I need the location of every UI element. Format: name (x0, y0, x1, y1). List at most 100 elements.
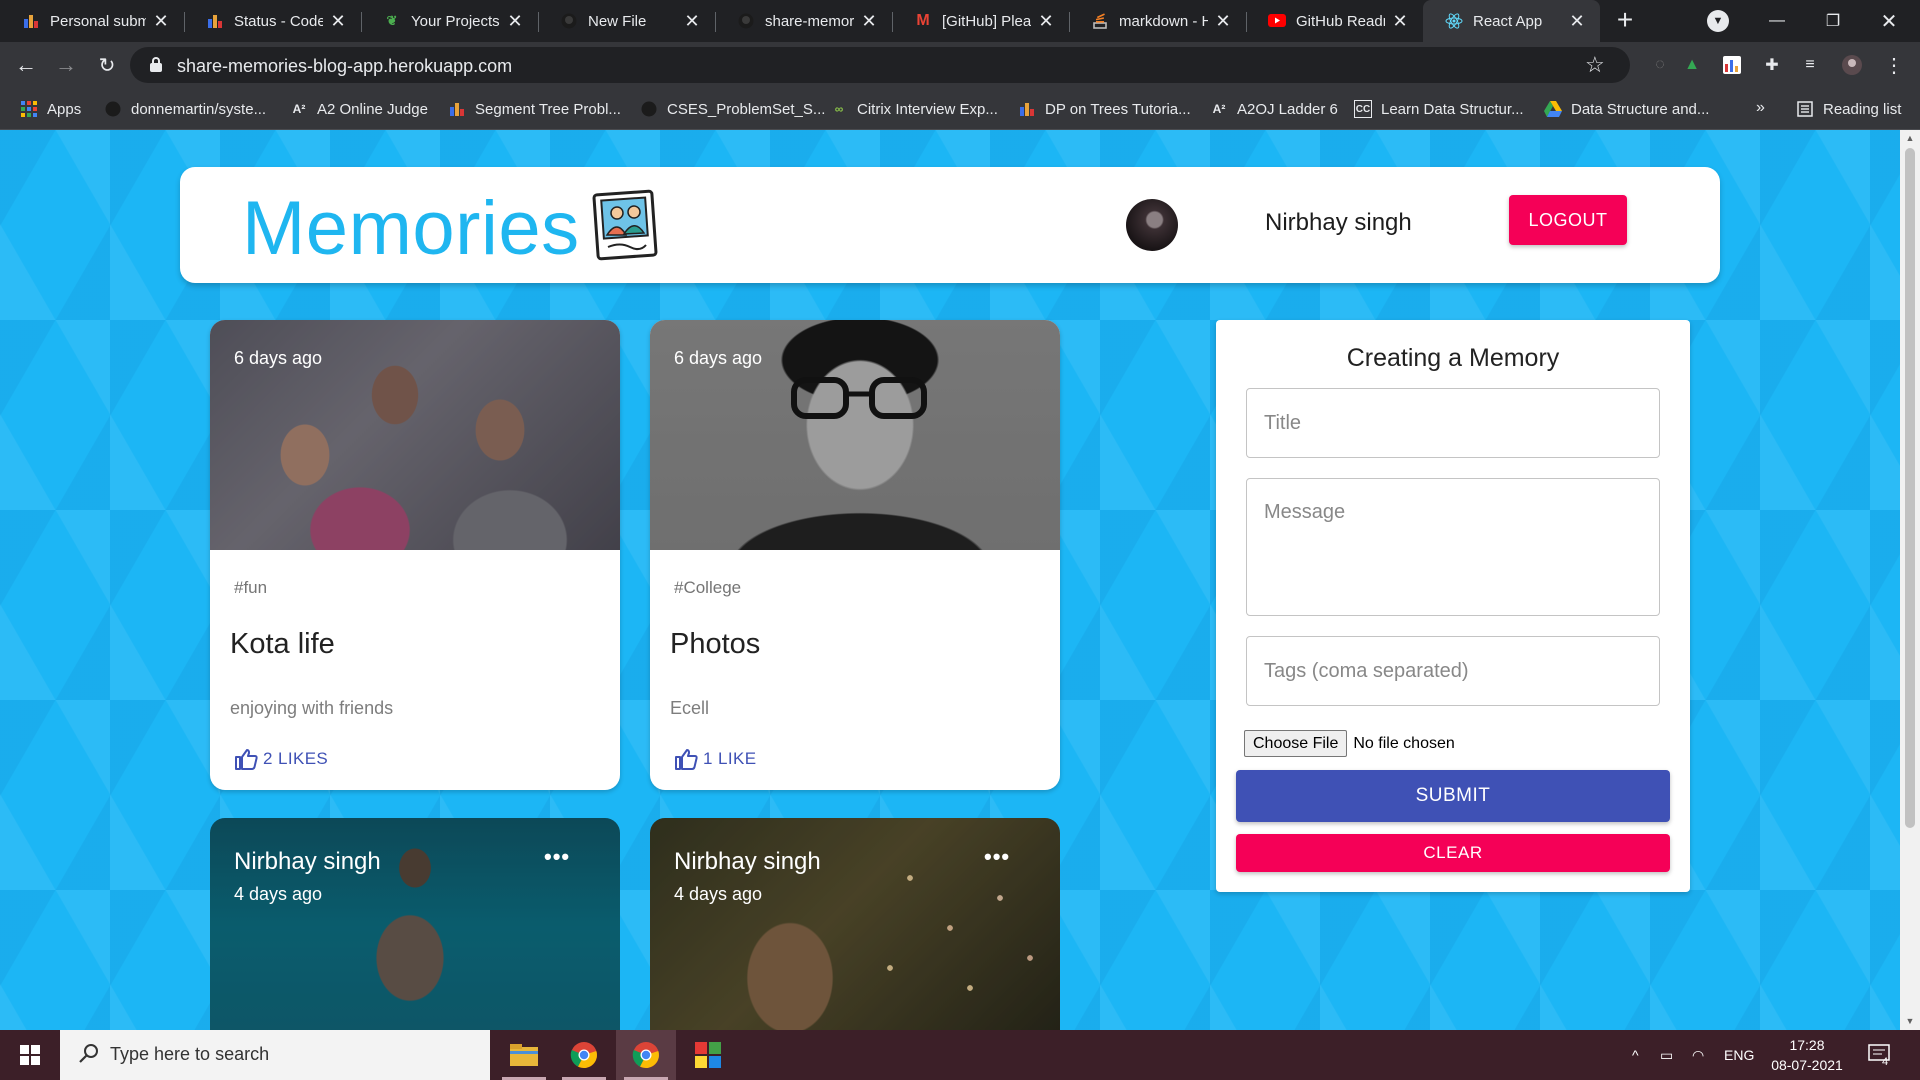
close-tab-icon[interactable]: ✕ (1214, 11, 1232, 31)
close-tab-icon[interactable]: ✕ (329, 11, 347, 31)
more-options-icon[interactable]: ••• (544, 844, 570, 870)
tree-extension-icon[interactable]: ▲ (1682, 55, 1702, 75)
clock[interactable]: 17:28 08-07-2021 (1762, 1035, 1852, 1075)
post-time: 6 days ago (674, 348, 763, 368)
browser-tab[interactable]: Personal subm ✕ (0, 0, 184, 42)
user-avatar[interactable] (1126, 199, 1178, 251)
create-memory-form: Creating a Memory Choose File No file ch… (1216, 320, 1690, 892)
post-card[interactable]: Nirbhay singh 4 days ago ••• (650, 818, 1060, 1030)
post-card[interactable]: 6 days ago #fun Kota life enjoying with … (210, 320, 620, 790)
browser-tab[interactable]: M [GitHub] Pleas ✕ (892, 0, 1069, 42)
github-icon (560, 12, 578, 30)
extension-colorful-icon[interactable] (1722, 55, 1742, 75)
browser-tab[interactable]: Status - Codef ✕ (184, 0, 361, 42)
bookmark-item[interactable]: donnemartin/syste... (104, 88, 266, 130)
post-tags: #fun (234, 578, 268, 597)
colorful-app-icon[interactable] (678, 1030, 738, 1080)
close-tab-icon[interactable]: ✕ (683, 11, 701, 31)
post-card[interactable]: Nirbhay singh 4 days ago ••• (210, 818, 620, 1030)
reading-list-icon (1796, 100, 1814, 118)
browser-tab[interactable]: ❦ Your Projects - ✕ (361, 0, 538, 42)
restore-icon[interactable]: ❐ (1806, 0, 1860, 42)
profile-avatar-icon[interactable] (1842, 55, 1862, 75)
glasses-shape (791, 377, 927, 419)
reload-icon[interactable]: ↻ (93, 51, 121, 79)
media-controls-icon[interactable]: ≡ (1800, 55, 1820, 75)
close-tab-icon[interactable]: ✕ (506, 11, 524, 31)
browser-tab[interactable]: markdown - H ✕ (1069, 0, 1246, 42)
close-tab-icon[interactable]: ✕ (1568, 11, 1586, 31)
bookmark-item[interactable]: A² A2 Online Judge (290, 88, 428, 130)
bookmark-star-icon[interactable]: ☆ (1585, 52, 1605, 78)
file-explorer-icon[interactable] (494, 1030, 554, 1080)
clear-button[interactable]: CLEAR (1236, 834, 1670, 872)
a2-icon: A² (1212, 102, 1226, 116)
submit-button[interactable]: SUBMIT (1236, 770, 1670, 822)
post-creator: Nirbhay singh (674, 848, 821, 875)
bookmark-item[interactable]: CSES_ProblemSet_S... (640, 88, 825, 130)
post-time: 4 days ago (674, 884, 763, 904)
tab-search-icon[interactable]: ▼ (1707, 10, 1729, 32)
browser-tab[interactable]: GitHub Readm ✕ (1246, 0, 1423, 42)
youtube-icon (1268, 12, 1286, 30)
close-tab-icon[interactable]: ✕ (1037, 11, 1055, 31)
message-input[interactable] (1246, 478, 1660, 616)
react-icon (1445, 12, 1463, 30)
puzzle-extensions-icon[interactable]: ✚ (1762, 55, 1782, 75)
like-button[interactable]: 1 LIKE (674, 748, 756, 770)
close-tab-icon[interactable]: ✕ (152, 11, 170, 31)
brand-title[interactable]: Memories (242, 185, 580, 272)
tags-input[interactable] (1246, 636, 1660, 706)
chrome-icon[interactable] (554, 1030, 614, 1080)
bookmark-item[interactable]: A² A2OJ Ladder 6 (1210, 88, 1338, 130)
tray-chevron-icon[interactable]: ^ (1632, 1030, 1639, 1080)
kebab-menu-icon[interactable]: ⋮ (1884, 55, 1904, 77)
minimize-icon[interactable]: — (1750, 0, 1804, 42)
windows-start-icon[interactable] (0, 1030, 60, 1080)
browser-tab[interactable]: share-memori ✕ (715, 0, 892, 42)
like-button[interactable]: 2 LIKES (234, 748, 328, 770)
bookmark-item[interactable]: CC Learn Data Structur... (1354, 88, 1524, 130)
extension-icon[interactable]: ◌ (1650, 55, 1670, 75)
post-card[interactable]: 6 days ago #College Photos Ecell 1 LIKE (650, 320, 1060, 790)
file-input: Choose File No file chosen (1244, 730, 1455, 757)
leaf-icon: ❦ (386, 13, 398, 28)
new-tab-icon[interactable]: + (1610, 6, 1640, 36)
language-indicator[interactable]: ENG (1724, 1030, 1754, 1080)
close-tab-icon[interactable]: ✕ (860, 11, 878, 31)
chrome-profile-icon[interactable] (616, 1030, 676, 1080)
bookmark-item[interactable]: ∞ Citrix Interview Exp... (830, 88, 998, 130)
logout-button[interactable]: LOGOUT (1509, 195, 1627, 245)
scrollbar-thumb[interactable] (1905, 148, 1915, 828)
post-creator: Nirbhay singh (234, 848, 381, 875)
clock-date: 08-07-2021 (1771, 1057, 1843, 1073)
forward-arrow-icon[interactable]: → (52, 51, 80, 79)
back-arrow-icon[interactable]: ← (12, 51, 40, 79)
battery-icon[interactable]: ▭ (1660, 1030, 1673, 1080)
browser-tab[interactable]: New File ✕ (538, 0, 715, 42)
scroll-up-icon[interactable]: ▲ (1905, 133, 1915, 143)
address-bar[interactable]: share-memories-blog-app.herokuapp.com ☆ (130, 47, 1630, 83)
reading-list[interactable]: Reading list (1796, 88, 1901, 130)
browser-tab-active[interactable]: React App ✕ (1423, 0, 1600, 42)
more-options-icon[interactable]: ••• (984, 844, 1010, 870)
bookmark-apps[interactable]: Apps (20, 88, 81, 130)
page-scrollbar[interactable]: ▲ ▼ (1900, 130, 1920, 1030)
notification-center-icon[interactable]: 4 (1868, 1030, 1892, 1080)
link-icon: ∞ (834, 102, 844, 116)
title-input[interactable] (1246, 388, 1660, 458)
wifi-icon[interactable]: ◠ (1692, 1030, 1704, 1080)
close-window-icon[interactable]: ✕ (1862, 0, 1916, 42)
gmail-icon: M (916, 12, 930, 29)
post-time: 4 days ago (234, 884, 323, 904)
url-text[interactable]: share-memories-blog-app.herokuapp.com (177, 56, 512, 77)
bookmark-item[interactable]: Data Structure and... (1544, 88, 1709, 130)
choose-file-button[interactable]: Choose File (1244, 730, 1348, 757)
close-tab-icon[interactable]: ✕ (1391, 11, 1409, 31)
taskbar-search[interactable]: Type here to search (60, 1030, 490, 1080)
bookmark-item[interactable]: DP on Trees Tutoria... (1018, 88, 1191, 130)
bookmarks-overflow-icon[interactable]: » (1756, 99, 1765, 117)
memories-photo-icon (590, 187, 660, 263)
bookmark-item[interactable]: Segment Tree Probl... (448, 88, 621, 130)
scroll-down-icon[interactable]: ▼ (1905, 1016, 1915, 1026)
